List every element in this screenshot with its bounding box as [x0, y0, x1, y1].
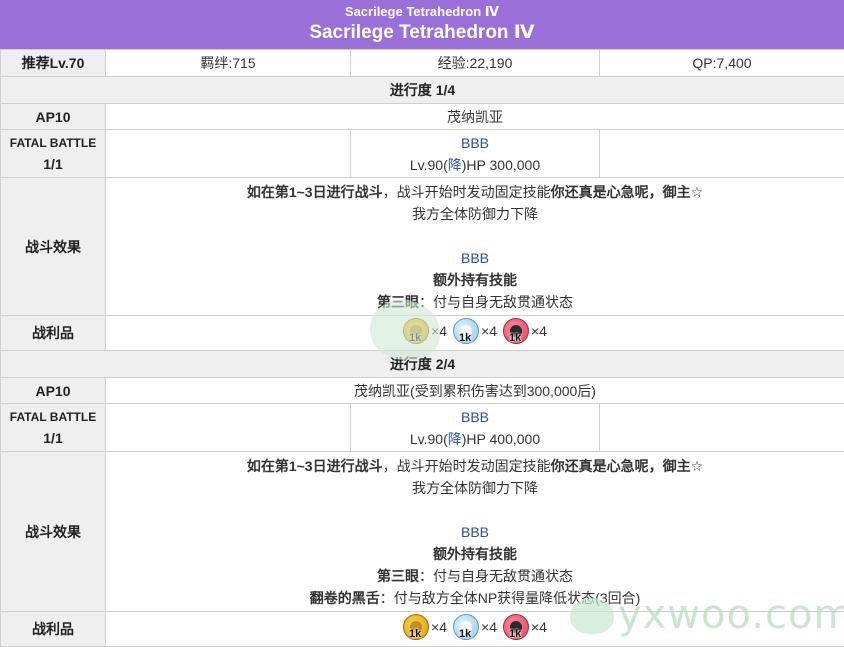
qp-bag-icon: 1k [403, 318, 430, 344]
effect-boss-link[interactable]: BBB [461, 524, 489, 540]
drops-label: 战利品 [0, 611, 106, 647]
drop-item[interactable]: 1k ×4 [403, 614, 447, 640]
shell-icon: 1k [453, 614, 480, 640]
effect-description: 我方全体防御力下降 [412, 479, 538, 496]
fatal-battle-count: 1/1 [43, 429, 63, 446]
effect-skill-name: 你还真是心急呢，御主☆ [550, 183, 704, 200]
boss-cell: BBB Lv.90(降)HP 400,000 [350, 403, 600, 452]
boss-level: Lv.90( [409, 156, 448, 173]
fatal-battle-label: FATAL BATTLE 1/1 [0, 129, 106, 178]
effect-boss-link[interactable]: BBB [461, 250, 489, 266]
extra-skill-name: 翻卷的黑舌 [309, 589, 380, 606]
extra-skills-title: 额外持有技能 [433, 545, 517, 562]
extra-skill-desc: ：付与自身无敌贯通状态 [419, 293, 573, 310]
battle-effect-row: 战斗效果 如在第1~3日进行战斗，战斗开始时发动固定技能你还真是心急呢，御主☆ … [0, 451, 844, 612]
recommended-level: 推荐Lv.70 [0, 49, 106, 77]
fang-icon: 1k [502, 614, 529, 640]
extra-skill-desc: ：付与自身无敌贯通状态 [419, 567, 573, 584]
effect-description: 我方全体防御力下降 [412, 205, 538, 222]
shell-icon: 1k [453, 318, 480, 344]
fatal-battle-title: FATAL BATTLE [9, 409, 97, 424]
drops-label: 战利品 [0, 315, 106, 351]
effect-trigger: ，战斗开始时发动固定技能 [382, 457, 551, 474]
quest-title-bar: Sacrilege Tetrahedron Ⅳ Sacrilege Tetrah… [0, 0, 844, 49]
boss-hp: )HP 400,000 [461, 430, 541, 447]
effect-skill-name: 你还真是心急呢，御主☆ [550, 457, 704, 474]
fang-icon: 1k [502, 318, 529, 344]
enemy-slot-empty [599, 129, 844, 178]
effect-trigger: ，战斗开始时发动固定技能 [382, 183, 551, 200]
stage-progress: 进行度 2/4 [0, 350, 844, 378]
quest-title-small: Sacrilege Tetrahedron Ⅳ [344, 4, 500, 19]
stage-progress-row: 进行度 1/4 [0, 76, 844, 104]
fatal-battle-row: FATAL BATTLE 1/1 BBB Lv.90(降)HP 400,000 [0, 403, 844, 452]
qp-bag-icon: 1k [403, 614, 430, 640]
extra-skill-name: 第三眼 [377, 567, 419, 584]
drop-item[interactable]: 1k ×4 [502, 614, 547, 640]
exp-points: 经验:22,190 [350, 49, 600, 77]
drop-quantity: ×4 [431, 619, 448, 635]
fatal-battle-label: FATAL BATTLE 1/1 [0, 403, 106, 452]
enemy-slot-empty [105, 403, 351, 452]
extra-skill-name: 第三眼 [377, 293, 419, 310]
battle-effect-label: 战斗效果 [0, 177, 106, 316]
quest-title: Sacrilege Tetrahedron Ⅳ [309, 22, 535, 43]
drop-item[interactable]: 1k ×4 [403, 318, 447, 344]
boss-name-link[interactable]: BBB [461, 135, 489, 151]
boss-name-link[interactable]: BBB [461, 409, 489, 425]
ap-row: AP10 茂纳凯亚(受到累积伤害达到300,000后) [0, 377, 844, 404]
extra-skills-title: 额外持有技能 [433, 271, 517, 288]
battle-effect-content: 如在第1~3日进行战斗，战斗开始时发动固定技能你还真是心急呢，御主☆ 我方全体防… [105, 451, 844, 612]
boss-hp: )HP 300,000 [461, 156, 541, 173]
drop-quantity: ×4 [481, 619, 497, 635]
boss-level: Lv.90( [409, 430, 448, 447]
fatal-battle-row: FATAL BATTLE 1/1 BBB Lv.90(降)HP 300,000 [0, 129, 844, 178]
drop-item[interactable]: 1k ×4 [453, 614, 497, 640]
drop-quantity: ×4 [530, 619, 547, 635]
drop-quantity: ×4 [530, 323, 547, 339]
effect-condition: 如在第1~3日进行战斗 [246, 457, 383, 474]
enemy-slot-empty [105, 129, 351, 178]
quest-table: 推荐Lv.70 羁绊:715 经验:22,190 QP:7,400 进行度 1/… [0, 49, 844, 647]
qp-reward: QP:7,400 [599, 49, 844, 77]
boss-cell: BBB Lv.90(降)HP 300,000 [350, 129, 600, 178]
ap-label: AP10 [0, 377, 106, 404]
battle-effect-content: 如在第1~3日进行战斗，战斗开始时发动固定技能你还真是心急呢，御主☆ 我方全体防… [105, 177, 844, 316]
enemy-slot-empty [599, 403, 844, 452]
ap-label: AP10 [0, 103, 106, 130]
drop-item[interactable]: 1k ×4 [502, 318, 547, 344]
drops-content: 1k ×4 1k ×4 1k ×4 [105, 315, 844, 351]
drops-row: 战利品 1k ×4 1k ×4 1k ×4 [0, 315, 844, 351]
drop-quantity: ×4 [481, 323, 497, 339]
enemy-name: 茂纳凯亚 [105, 103, 844, 130]
ap-row: AP10 茂纳凯亚 [0, 103, 844, 130]
effect-condition: 如在第1~3日进行战斗 [246, 183, 383, 200]
drops-content: 1k ×4 1k ×4 1k ×4 [105, 611, 844, 647]
battle-effect-label: 战斗效果 [0, 451, 106, 612]
fatal-battle-title: FATAL BATTLE [9, 135, 97, 150]
enemy-name: 茂纳凯亚(受到累积伤害达到300,000后) [105, 377, 844, 404]
fatal-battle-count: 1/1 [43, 155, 63, 172]
stage-progress: 进行度 1/4 [0, 76, 844, 104]
extra-skill-desc: ：付与敌方全体NP获得量降低状态(3回合) [379, 589, 641, 606]
stage-progress-row: 进行度 2/4 [0, 350, 844, 378]
drops-row: 战利品 1k ×4 1k ×4 1k ×4 [0, 611, 844, 647]
boss-class-link[interactable]: 降 [448, 431, 462, 447]
battle-effect-row: 战斗效果 如在第1~3日进行战斗，战斗开始时发动固定技能你还真是心急呢，御主☆ … [0, 177, 844, 316]
info-row: 推荐Lv.70 羁绊:715 经验:22,190 QP:7,400 [0, 49, 844, 77]
drop-quantity: ×4 [431, 323, 448, 339]
bond-points: 羁绊:715 [105, 49, 351, 77]
boss-class-link[interactable]: 降 [448, 157, 462, 173]
drop-item[interactable]: 1k ×4 [453, 318, 497, 344]
